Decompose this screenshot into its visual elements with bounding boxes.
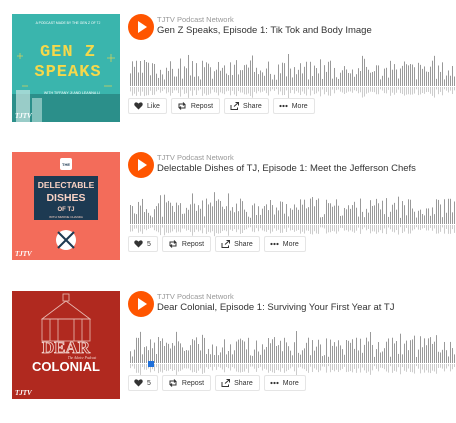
- like-count: 5: [147, 240, 151, 248]
- cover-title-line1: DELECTABLE: [38, 180, 95, 190]
- cover-hosts: WITH TIFFANY JI AND LEANNA LI: [44, 91, 100, 95]
- more-icon: [270, 242, 279, 246]
- repost-label: Repost: [181, 240, 205, 248]
- play-button[interactable]: [128, 152, 154, 178]
- cover-art-gen-z-speaks[interactable]: A PODCAST MADE BY THE GEN Z OF TJ GEN Z …: [12, 14, 120, 122]
- track-title[interactable]: Dear Colonial, Episode 1: Surviving Your…: [157, 302, 394, 313]
- more-icon: [270, 381, 279, 385]
- repost-button[interactable]: Repost: [161, 375, 212, 391]
- share-button[interactable]: Share: [215, 236, 260, 252]
- share-button[interactable]: Share: [224, 98, 269, 114]
- network-name[interactable]: TJTV Podcast Network: [157, 153, 234, 162]
- track-item: DEAR The Advice Podcast COLONIAL TJTV TJ…: [12, 291, 456, 403]
- cover-title-line2: COLONIAL: [32, 359, 100, 374]
- waveform[interactable]: [130, 329, 456, 381]
- cover-brand: TJTV: [15, 389, 33, 397]
- like-button[interactable]: 5: [128, 236, 158, 252]
- cover-small-header: A PODCAST MADE BY THE GEN Z OF TJ: [36, 21, 101, 25]
- play-button[interactable]: [128, 291, 154, 317]
- cover-subtitle: WITH SIMONE CHANDA: [49, 215, 83, 219]
- track-item: A PODCAST MADE BY THE GEN Z OF TJ GEN Z …: [12, 14, 456, 126]
- cover-title-line1: GEN Z: [40, 43, 96, 62]
- waveform[interactable]: [130, 52, 456, 104]
- like-count: 5: [147, 379, 151, 387]
- network-name[interactable]: TJTV Podcast Network: [157, 15, 234, 24]
- share-label: Share: [234, 379, 253, 387]
- repost-button[interactable]: Repost: [161, 236, 212, 252]
- track-title[interactable]: Gen Z Speaks, Episode 1: Tik Tok and Bod…: [157, 25, 372, 36]
- cover-art-delectable-dishes[interactable]: THE DELECTABLE DISHES OF TJ WITH SIMONE …: [12, 152, 120, 260]
- cover-brand: TJTV: [15, 250, 33, 258]
- more-label: More: [282, 379, 299, 387]
- share-label: Share: [234, 240, 253, 248]
- more-button[interactable]: More: [263, 236, 306, 252]
- heart-icon: [134, 240, 143, 248]
- like-label: Like: [147, 102, 160, 110]
- track-item: THE DELECTABLE DISHES OF TJ WITH SIMONE …: [12, 152, 456, 264]
- share-icon: [221, 379, 231, 387]
- waveform[interactable]: [130, 190, 456, 242]
- cover-title-line3: OF TJ: [57, 207, 74, 213]
- like-button[interactable]: Like: [128, 98, 167, 114]
- share-button[interactable]: Share: [215, 375, 260, 391]
- more-button[interactable]: More: [272, 98, 315, 114]
- repost-icon: [169, 379, 177, 387]
- cover-title-line2: DISHES: [46, 192, 85, 204]
- more-label: More: [291, 102, 308, 110]
- cover-art-dear-colonial[interactable]: DEAR The Advice Podcast COLONIAL TJTV: [12, 291, 120, 399]
- heart-icon: [134, 379, 143, 387]
- network-name[interactable]: TJTV Podcast Network: [157, 292, 234, 301]
- more-icon: [279, 104, 288, 108]
- repost-icon: [178, 102, 186, 110]
- repost-icon: [169, 240, 177, 248]
- cover-brand: TJTV: [15, 112, 33, 120]
- repost-button[interactable]: Repost: [170, 98, 221, 114]
- heart-icon: [134, 102, 143, 110]
- like-button[interactable]: 5: [128, 375, 158, 391]
- more-button[interactable]: More: [263, 375, 306, 391]
- cover-badge: THE: [62, 162, 70, 167]
- play-button[interactable]: [128, 14, 154, 40]
- more-label: More: [282, 240, 299, 248]
- repost-label: Repost: [190, 102, 214, 110]
- playhead-marker[interactable]: [148, 361, 154, 367]
- share-label: Share: [243, 102, 262, 110]
- share-icon: [230, 102, 240, 110]
- cover-title-line1: DEAR: [42, 338, 91, 357]
- share-icon: [221, 240, 231, 248]
- repost-label: Repost: [181, 379, 205, 387]
- track-title[interactable]: Delectable Dishes of TJ, Episode 1: Meet…: [157, 163, 416, 174]
- cover-title-line2: SPEAKS: [34, 63, 101, 82]
